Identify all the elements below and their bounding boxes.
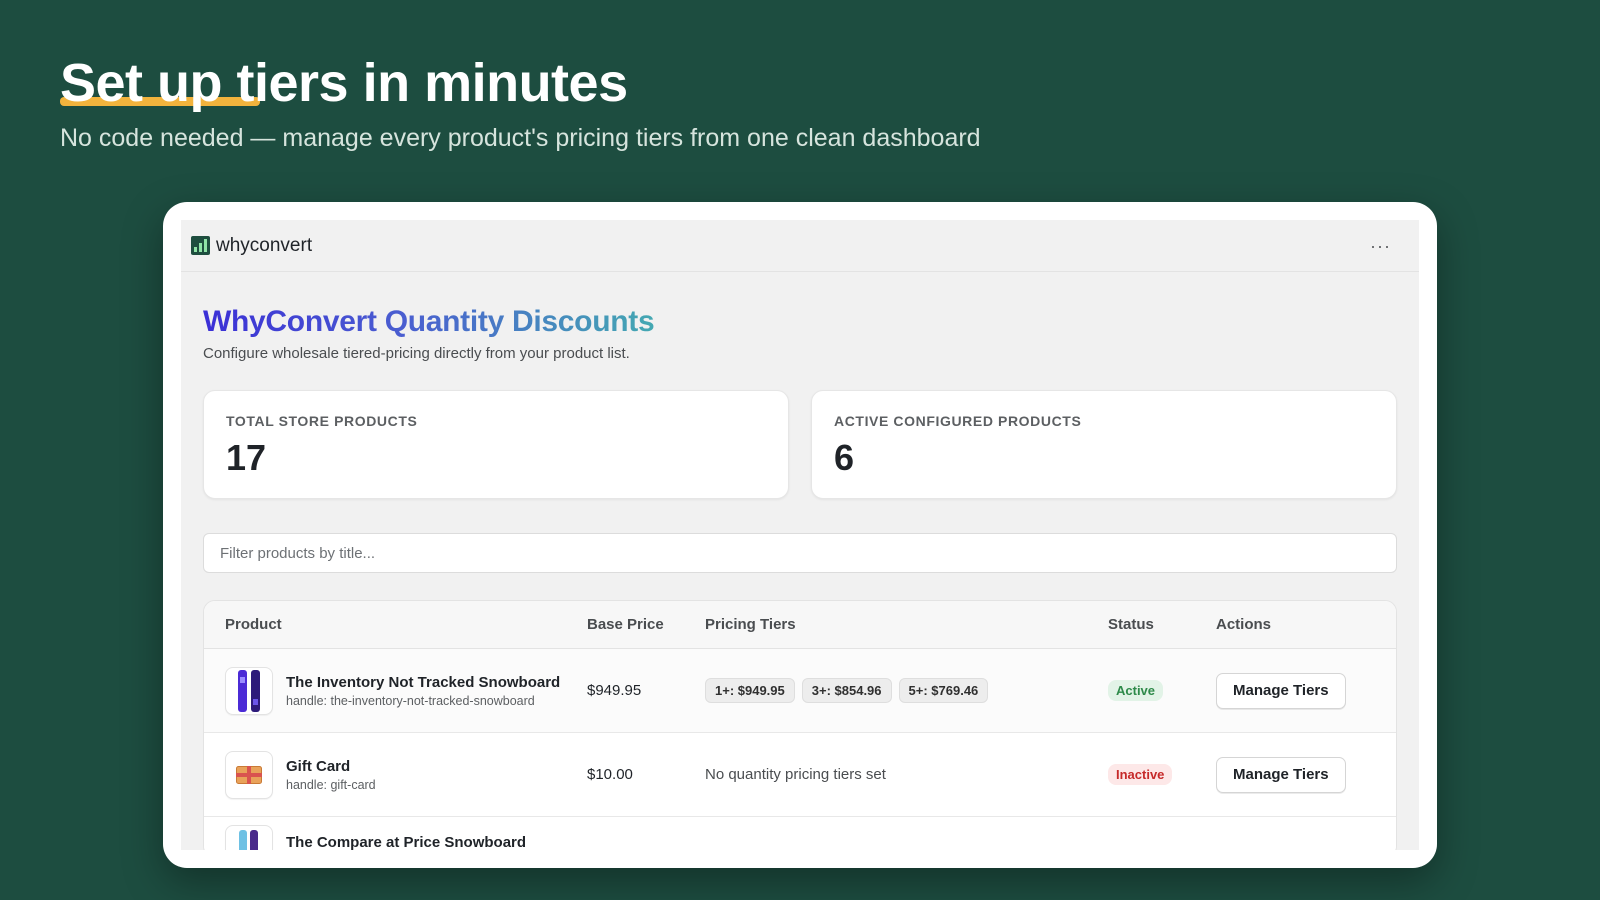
page-description: Configure wholesale tiered-pricing direc… — [203, 345, 630, 362]
table-row: The Inventory Not Tracked Snowboard hand… — [204, 649, 1396, 733]
manage-tiers-button[interactable]: Manage Tiers — [1216, 756, 1346, 793]
stat-card-total-products: TOTAL STORE PRODUCTS 17 — [203, 390, 789, 499]
actions-cell: Manage Tiers — [1216, 672, 1396, 709]
base-price: $10.00 — [587, 766, 633, 783]
tier-chip: 1+: $949.95 — [705, 678, 795, 703]
product-cell: The Compare at Price Snowboard — [204, 813, 587, 850]
stat-value: 6 — [834, 437, 855, 478]
product-cell: The Inventory Not Tracked Snowboard hand… — [204, 666, 587, 715]
snowboard-thumbnail-icon — [225, 666, 273, 715]
table-row: The Compare at Price Snowboard — [204, 817, 1396, 850]
brand-name: whyconvert — [216, 234, 313, 256]
stat-label: TOTAL STORE PRODUCTS — [226, 413, 418, 429]
product-title: Gift Card — [286, 757, 351, 775]
app-topbar: whyconvert ··· — [181, 220, 1419, 272]
status-badge: Inactive — [1108, 764, 1173, 785]
table-header: Product Base Price Pricing Tiers Status … — [204, 601, 1396, 649]
actions-cell: Manage Tiers — [1216, 756, 1396, 793]
gift-card-thumbnail-icon — [225, 750, 273, 799]
product-cell: Gift Card handle: gift-card — [204, 750, 587, 799]
snowboard-thumbnail-icon — [225, 824, 273, 850]
pricing-tiers-cell: No quantity pricing tiers set — [705, 766, 1108, 783]
app-screenshot-frame: whyconvert ··· WhyConvert Quantity Disco… — [163, 202, 1437, 868]
status-cell: Active — [1108, 680, 1216, 701]
column-header-base-price: Base Price — [587, 616, 664, 633]
stat-value: 17 — [226, 437, 267, 478]
main-content: WhyConvert Quantity Discounts Configure … — [181, 272, 1419, 850]
base-price: $949.95 — [587, 682, 642, 699]
product-handle: handle: gift-card — [286, 777, 376, 792]
bar-chart-logo-icon — [191, 236, 210, 255]
product-handle: handle: the-inventory-not-tracked-snowbo… — [286, 693, 535, 708]
filter-products-input[interactable] — [203, 533, 1397, 573]
status-cell: Inactive — [1108, 764, 1216, 785]
pricing-tiers-cell: 1+: $949.95 3+: $854.96 5+: $769.46 — [705, 678, 1108, 703]
tier-chip: 5+: $769.46 — [898, 678, 989, 703]
product-title: The Inventory Not Tracked Snowboard — [286, 673, 561, 691]
more-options-icon[interactable]: ··· — [1370, 237, 1391, 255]
hero-title: Set up tiers in minutes — [60, 53, 628, 113]
stats-row: TOTAL STORE PRODUCTS 17 ACTIVE CONFIGURE… — [203, 390, 1397, 499]
stat-label: ACTIVE CONFIGURED PRODUCTS — [834, 413, 1082, 429]
table-row: Gift Card handle: gift-card $10.00 No qu… — [204, 733, 1396, 817]
tier-chip: 3+: $854.96 — [801, 678, 892, 703]
products-table: Product Base Price Pricing Tiers Status … — [203, 600, 1397, 850]
status-badge: Active — [1108, 680, 1164, 701]
column-header-product: Product — [225, 616, 282, 633]
no-tiers-text: No quantity pricing tiers set — [705, 766, 886, 783]
app-window: whyconvert ··· WhyConvert Quantity Disco… — [181, 220, 1419, 850]
page-title: WhyConvert Quantity Discounts — [203, 305, 655, 338]
stat-card-active-products: ACTIVE CONFIGURED PRODUCTS 6 — [811, 390, 1397, 499]
product-title: The Compare at Price Snowboard — [286, 834, 527, 850]
hero-subtitle: No code needed — manage every product's … — [60, 124, 981, 152]
column-header-pricing-tiers: Pricing Tiers — [705, 616, 796, 633]
manage-tiers-button[interactable]: Manage Tiers — [1216, 672, 1346, 709]
column-header-actions: Actions — [1216, 616, 1272, 633]
column-header-status: Status — [1108, 616, 1154, 633]
